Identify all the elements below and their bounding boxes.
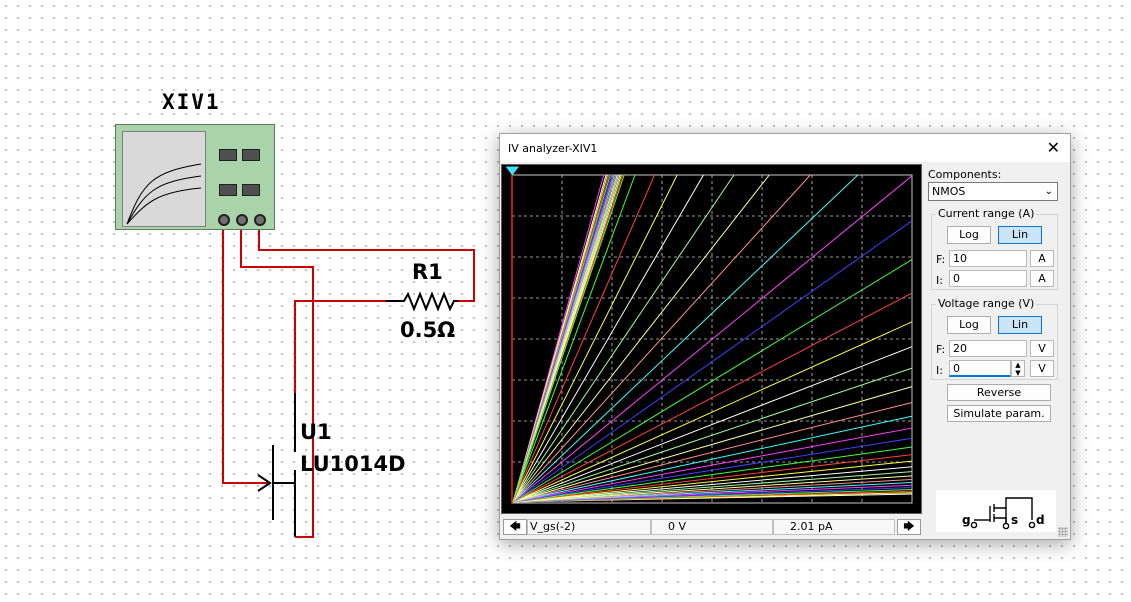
instrument-terminal-drain[interactable] xyxy=(254,214,266,226)
dialog-title: IV analyzer-XIV1 xyxy=(508,142,598,155)
cursor-handle-icon xyxy=(506,166,519,176)
transistor-part-label: LU1014D xyxy=(300,452,406,476)
instrument-button xyxy=(219,149,237,161)
status-voltage: 0 V xyxy=(651,519,773,535)
status-param: V_gs(-2) xyxy=(527,519,651,535)
instrument-button xyxy=(242,149,260,161)
device-symbol-icon: g s d xyxy=(936,490,1056,532)
current-log-button[interactable]: Log xyxy=(947,226,991,244)
pin-g: g xyxy=(962,513,971,527)
voltage-i-unit[interactable]: V xyxy=(1030,360,1054,377)
cursor-left-button[interactable]: 🡄 xyxy=(503,519,527,535)
reverse-button[interactable]: Reverse xyxy=(947,384,1051,401)
pin-d: d xyxy=(1036,513,1045,527)
status-current: 2.01 pA xyxy=(773,519,895,535)
current-f-unit[interactable]: A xyxy=(1030,250,1054,267)
voltage-lin-button[interactable]: Lin xyxy=(998,316,1042,334)
cursor-right-button[interactable]: 🡆 xyxy=(897,519,921,535)
current-lin-button[interactable]: Lin xyxy=(998,226,1042,244)
components-label: Components: xyxy=(928,168,1002,181)
instrument-screen xyxy=(122,131,206,227)
iv-curve xyxy=(512,174,678,503)
wire-source xyxy=(240,224,314,538)
components-selected: NMOS xyxy=(932,185,966,198)
voltage-log-button[interactable]: Log xyxy=(947,316,991,334)
iv-plot[interactable] xyxy=(501,164,922,514)
current-f-input[interactable]: 10 xyxy=(949,250,1027,267)
voltage-i-input[interactable]: 0 xyxy=(949,360,1011,377)
components-select[interactable]: NMOS ⌄ xyxy=(928,182,1058,201)
iv-curve xyxy=(512,174,636,503)
instrument-label: XIV1 xyxy=(162,90,221,114)
voltage-f-label: F: xyxy=(936,343,946,356)
current-i-label: I: xyxy=(936,274,943,287)
current-i-unit[interactable]: A xyxy=(1030,270,1054,287)
pin-s: s xyxy=(1011,513,1018,527)
iv-analyzer-dialog: IV analyzer-XIV1 ✕ 🡄 V_gs(-2) 0 V 2.01 p… xyxy=(499,133,1071,540)
iv-curve xyxy=(512,174,704,503)
iv-curve xyxy=(512,174,735,503)
chevron-down-icon: ⌄ xyxy=(1044,186,1053,197)
transistor-name-label: U1 xyxy=(300,420,332,444)
voltage-i-label: I: xyxy=(936,364,943,377)
resistor-r1-symbol[interactable] xyxy=(386,291,458,312)
dialog-titlebar[interactable]: IV analyzer-XIV1 ✕ xyxy=(500,134,1070,162)
wire-r1-drain xyxy=(294,300,386,393)
voltage-range-title: Voltage range (V) xyxy=(936,297,1037,310)
wire-gate xyxy=(222,224,270,484)
close-icon[interactable]: ✕ xyxy=(1047,138,1060,157)
instrument-terminal-source[interactable] xyxy=(236,214,248,226)
resistor-value-label: 0.5Ω xyxy=(400,318,456,342)
instrument-button xyxy=(242,184,260,196)
resize-grip-icon[interactable] xyxy=(1058,527,1068,537)
voltage-i-spinner[interactable]: ▲ ▼ xyxy=(1011,360,1025,377)
instrument-terminal-gate[interactable] xyxy=(218,214,230,226)
iv-analyzer-instrument[interactable] xyxy=(115,124,275,230)
voltage-f-unit[interactable]: V xyxy=(1030,340,1054,357)
iv-curve xyxy=(512,220,913,503)
current-i-input[interactable]: 0 xyxy=(949,270,1027,287)
iv-curve xyxy=(512,174,655,503)
mosfet-u1-symbol[interactable] xyxy=(257,393,296,537)
resistor-name-label: R1 xyxy=(412,260,443,284)
iv-curve xyxy=(512,174,770,503)
instrument-button xyxy=(219,184,237,196)
instrument-curves-icon xyxy=(126,163,202,225)
iv-plot-canvas[interactable] xyxy=(502,165,921,513)
current-f-label: F: xyxy=(936,253,946,266)
simulate-param-button[interactable]: Simulate param. xyxy=(947,405,1051,422)
voltage-f-input[interactable]: 20 xyxy=(949,340,1027,357)
current-range-title: Current range (A) xyxy=(936,207,1037,220)
